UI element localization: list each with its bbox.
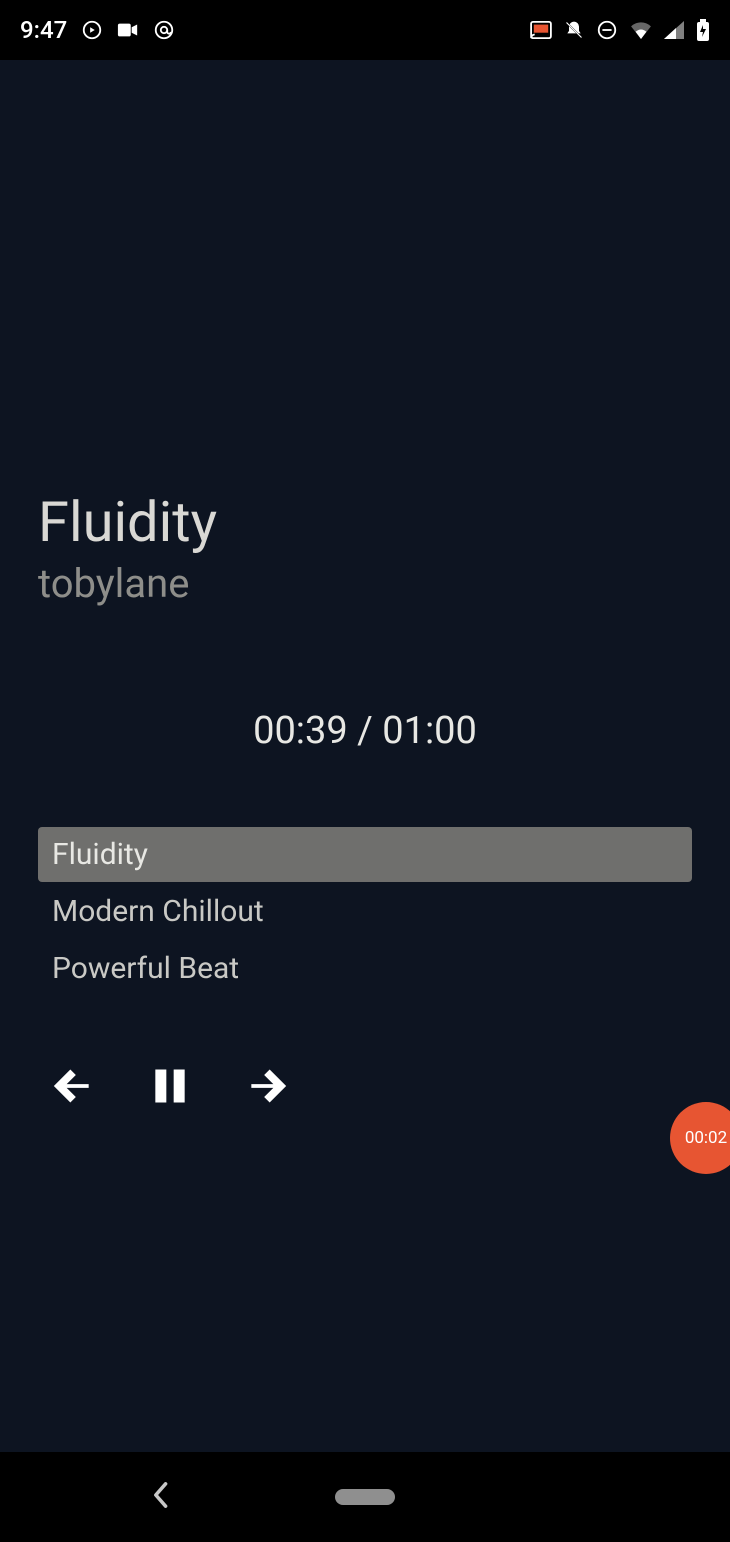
app-area: Fluidity tobylane 00:39 / 01:00 Fluidity…	[0, 60, 730, 1452]
arrow-right-icon	[244, 1064, 288, 1112]
arrow-left-icon	[52, 1064, 96, 1112]
signal-icon	[664, 21, 684, 39]
status-time: 9:47	[20, 16, 67, 44]
playlist-item-label: Powerful Beat	[52, 951, 239, 986]
player-controls	[38, 1064, 692, 1112]
playlist-item[interactable]: Fluidity	[38, 827, 692, 882]
playlist-item-label: Fluidity	[52, 837, 148, 872]
play-circle-icon	[81, 19, 103, 41]
track-artist: tobylane	[38, 560, 692, 607]
playlist-item-label: Modern Chillout	[52, 894, 264, 929]
navigation-bar	[0, 1452, 730, 1542]
track-title: Fluidity	[38, 492, 692, 554]
videocam-icon	[117, 21, 139, 39]
wifi-icon	[630, 21, 652, 39]
next-button[interactable]	[242, 1064, 290, 1112]
playlist-item[interactable]: Modern Chillout	[38, 884, 692, 939]
status-right	[530, 19, 710, 41]
duration-time: 01:00	[382, 709, 477, 753]
album-art-placeholder	[38, 60, 692, 492]
pause-button[interactable]	[146, 1064, 194, 1112]
home-pill[interactable]	[335, 1489, 395, 1505]
dnd-icon	[596, 19, 618, 41]
playlist: Fluidity Modern Chillout Powerful Beat	[38, 827, 692, 996]
elapsed-time: 00:39	[253, 709, 348, 753]
time-separator: /	[348, 709, 383, 753]
pause-icon	[148, 1064, 192, 1112]
playlist-item[interactable]: Powerful Beat	[38, 941, 692, 996]
status-bar: 9:47	[0, 0, 730, 60]
time-display: 00:39 / 01:00	[38, 709, 692, 753]
bell-off-icon	[564, 19, 584, 41]
battery-icon	[696, 19, 710, 41]
chevron-left-icon	[150, 1494, 170, 1513]
previous-button[interactable]	[50, 1064, 98, 1112]
cast-icon	[530, 21, 552, 39]
recorder-badge[interactable]: 00:02	[670, 1102, 730, 1174]
back-button[interactable]	[150, 1481, 170, 1513]
status-left: 9:47	[20, 16, 175, 44]
at-icon	[153, 19, 175, 41]
recorder-time: 00:02	[685, 1128, 727, 1148]
